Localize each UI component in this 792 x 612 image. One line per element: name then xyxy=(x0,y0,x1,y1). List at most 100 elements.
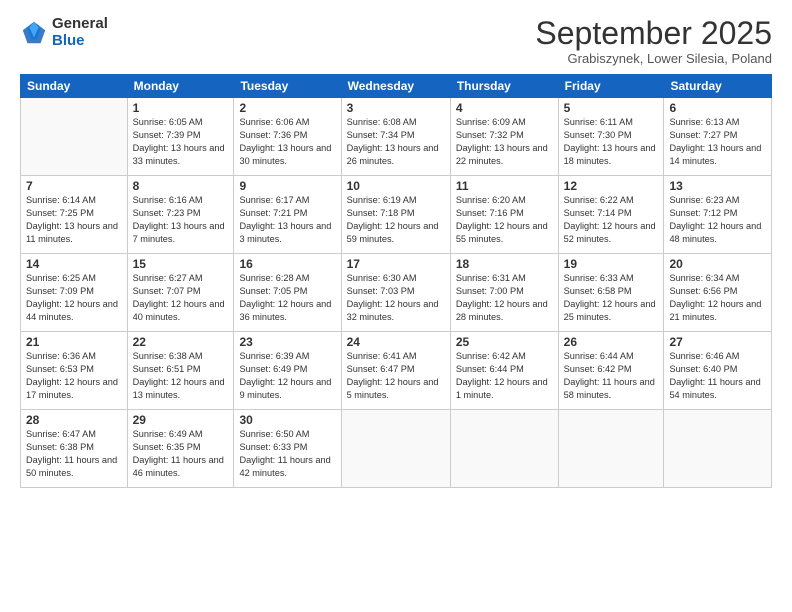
day-number: 28 xyxy=(26,413,122,427)
day-info: Sunrise: 6:47 AMSunset: 6:38 PMDaylight:… xyxy=(26,428,122,480)
calendar-cell: 17Sunrise: 6:30 AMSunset: 7:03 PMDayligh… xyxy=(341,254,450,332)
day-info: Sunrise: 6:22 AMSunset: 7:14 PMDaylight:… xyxy=(564,194,659,246)
day-number: 26 xyxy=(564,335,659,349)
weekday-header: Thursday xyxy=(450,75,558,98)
weekday-header: Tuesday xyxy=(234,75,341,98)
day-number: 15 xyxy=(133,257,229,271)
calendar-cell: 6Sunrise: 6:13 AMSunset: 7:27 PMDaylight… xyxy=(664,98,772,176)
calendar-cell: 26Sunrise: 6:44 AMSunset: 6:42 PMDayligh… xyxy=(558,332,664,410)
day-number: 29 xyxy=(133,413,229,427)
calendar-cell: 19Sunrise: 6:33 AMSunset: 6:58 PMDayligh… xyxy=(558,254,664,332)
day-info: Sunrise: 6:28 AMSunset: 7:05 PMDaylight:… xyxy=(239,272,335,324)
calendar-cell: 30Sunrise: 6:50 AMSunset: 6:33 PMDayligh… xyxy=(234,410,341,488)
day-info: Sunrise: 6:23 AMSunset: 7:12 PMDaylight:… xyxy=(669,194,766,246)
calendar-cell: 21Sunrise: 6:36 AMSunset: 6:53 PMDayligh… xyxy=(21,332,128,410)
day-number: 6 xyxy=(669,101,766,115)
weekday-header: Saturday xyxy=(664,75,772,98)
day-info: Sunrise: 6:19 AMSunset: 7:18 PMDaylight:… xyxy=(347,194,445,246)
day-number: 18 xyxy=(456,257,553,271)
day-info: Sunrise: 6:49 AMSunset: 6:35 PMDaylight:… xyxy=(133,428,229,480)
day-number: 20 xyxy=(669,257,766,271)
calendar-cell: 5Sunrise: 6:11 AMSunset: 7:30 PMDaylight… xyxy=(558,98,664,176)
weekday-header: Monday xyxy=(127,75,234,98)
day-info: Sunrise: 6:16 AMSunset: 7:23 PMDaylight:… xyxy=(133,194,229,246)
calendar-cell: 16Sunrise: 6:28 AMSunset: 7:05 PMDayligh… xyxy=(234,254,341,332)
day-number: 8 xyxy=(133,179,229,193)
day-number: 22 xyxy=(133,335,229,349)
calendar-cell: 14Sunrise: 6:25 AMSunset: 7:09 PMDayligh… xyxy=(21,254,128,332)
day-info: Sunrise: 6:27 AMSunset: 7:07 PMDaylight:… xyxy=(133,272,229,324)
calendar-cell xyxy=(450,410,558,488)
week-row: 1Sunrise: 6:05 AMSunset: 7:39 PMDaylight… xyxy=(21,98,772,176)
day-info: Sunrise: 6:33 AMSunset: 6:58 PMDaylight:… xyxy=(564,272,659,324)
weekday-header-row: SundayMondayTuesdayWednesdayThursdayFrid… xyxy=(21,75,772,98)
calendar-cell: 15Sunrise: 6:27 AMSunset: 7:07 PMDayligh… xyxy=(127,254,234,332)
calendar-cell: 2Sunrise: 6:06 AMSunset: 7:36 PMDaylight… xyxy=(234,98,341,176)
day-info: Sunrise: 6:05 AMSunset: 7:39 PMDaylight:… xyxy=(133,116,229,168)
calendar-cell: 12Sunrise: 6:22 AMSunset: 7:14 PMDayligh… xyxy=(558,176,664,254)
day-info: Sunrise: 6:25 AMSunset: 7:09 PMDaylight:… xyxy=(26,272,122,324)
day-info: Sunrise: 6:31 AMSunset: 7:00 PMDaylight:… xyxy=(456,272,553,324)
week-row: 28Sunrise: 6:47 AMSunset: 6:38 PMDayligh… xyxy=(21,410,772,488)
calendar-cell: 22Sunrise: 6:38 AMSunset: 6:51 PMDayligh… xyxy=(127,332,234,410)
day-info: Sunrise: 6:13 AMSunset: 7:27 PMDaylight:… xyxy=(669,116,766,168)
calendar-cell xyxy=(21,98,128,176)
calendar-cell: 4Sunrise: 6:09 AMSunset: 7:32 PMDaylight… xyxy=(450,98,558,176)
day-info: Sunrise: 6:08 AMSunset: 7:34 PMDaylight:… xyxy=(347,116,445,168)
day-number: 23 xyxy=(239,335,335,349)
day-info: Sunrise: 6:06 AMSunset: 7:36 PMDaylight:… xyxy=(239,116,335,168)
day-info: Sunrise: 6:09 AMSunset: 7:32 PMDaylight:… xyxy=(456,116,553,168)
day-number: 16 xyxy=(239,257,335,271)
day-number: 13 xyxy=(669,179,766,193)
logo-icon xyxy=(20,19,48,47)
calendar-cell: 13Sunrise: 6:23 AMSunset: 7:12 PMDayligh… xyxy=(664,176,772,254)
week-row: 14Sunrise: 6:25 AMSunset: 7:09 PMDayligh… xyxy=(21,254,772,332)
day-info: Sunrise: 6:46 AMSunset: 6:40 PMDaylight:… xyxy=(669,350,766,402)
weekday-header: Friday xyxy=(558,75,664,98)
day-number: 2 xyxy=(239,101,335,115)
logo-text: General Blue xyxy=(52,16,108,49)
weekday-header: Sunday xyxy=(21,75,128,98)
day-info: Sunrise: 6:14 AMSunset: 7:25 PMDaylight:… xyxy=(26,194,122,246)
calendar-cell: 28Sunrise: 6:47 AMSunset: 6:38 PMDayligh… xyxy=(21,410,128,488)
calendar-cell: 20Sunrise: 6:34 AMSunset: 6:56 PMDayligh… xyxy=(664,254,772,332)
page: General Blue September 2025 Grabiszynek,… xyxy=(0,0,792,612)
day-info: Sunrise: 6:17 AMSunset: 7:21 PMDaylight:… xyxy=(239,194,335,246)
calendar-cell: 18Sunrise: 6:31 AMSunset: 7:00 PMDayligh… xyxy=(450,254,558,332)
day-info: Sunrise: 6:42 AMSunset: 6:44 PMDaylight:… xyxy=(456,350,553,402)
day-number: 9 xyxy=(239,179,335,193)
day-number: 10 xyxy=(347,179,445,193)
title-block: September 2025 Grabiszynek, Lower Silesi… xyxy=(535,16,772,66)
calendar-cell: 8Sunrise: 6:16 AMSunset: 7:23 PMDaylight… xyxy=(127,176,234,254)
calendar-cell: 9Sunrise: 6:17 AMSunset: 7:21 PMDaylight… xyxy=(234,176,341,254)
calendar-cell: 29Sunrise: 6:49 AMSunset: 6:35 PMDayligh… xyxy=(127,410,234,488)
calendar-cell: 23Sunrise: 6:39 AMSunset: 6:49 PMDayligh… xyxy=(234,332,341,410)
calendar-cell: 25Sunrise: 6:42 AMSunset: 6:44 PMDayligh… xyxy=(450,332,558,410)
day-number: 27 xyxy=(669,335,766,349)
day-number: 14 xyxy=(26,257,122,271)
day-number: 7 xyxy=(26,179,122,193)
calendar-cell: 1Sunrise: 6:05 AMSunset: 7:39 PMDaylight… xyxy=(127,98,234,176)
day-number: 5 xyxy=(564,101,659,115)
day-number: 11 xyxy=(456,179,553,193)
day-info: Sunrise: 6:39 AMSunset: 6:49 PMDaylight:… xyxy=(239,350,335,402)
day-number: 25 xyxy=(456,335,553,349)
logo-general: General xyxy=(52,16,108,33)
calendar-cell xyxy=(664,410,772,488)
day-number: 17 xyxy=(347,257,445,271)
calendar-cell: 7Sunrise: 6:14 AMSunset: 7:25 PMDaylight… xyxy=(21,176,128,254)
calendar-cell xyxy=(341,410,450,488)
header: General Blue September 2025 Grabiszynek,… xyxy=(20,16,772,66)
day-info: Sunrise: 6:20 AMSunset: 7:16 PMDaylight:… xyxy=(456,194,553,246)
calendar-cell xyxy=(558,410,664,488)
calendar-cell: 27Sunrise: 6:46 AMSunset: 6:40 PMDayligh… xyxy=(664,332,772,410)
day-number: 4 xyxy=(456,101,553,115)
day-number: 1 xyxy=(133,101,229,115)
logo-blue: Blue xyxy=(52,33,108,50)
day-info: Sunrise: 6:34 AMSunset: 6:56 PMDaylight:… xyxy=(669,272,766,324)
day-number: 30 xyxy=(239,413,335,427)
week-row: 21Sunrise: 6:36 AMSunset: 6:53 PMDayligh… xyxy=(21,332,772,410)
day-number: 12 xyxy=(564,179,659,193)
calendar-cell: 24Sunrise: 6:41 AMSunset: 6:47 PMDayligh… xyxy=(341,332,450,410)
calendar-cell: 10Sunrise: 6:19 AMSunset: 7:18 PMDayligh… xyxy=(341,176,450,254)
